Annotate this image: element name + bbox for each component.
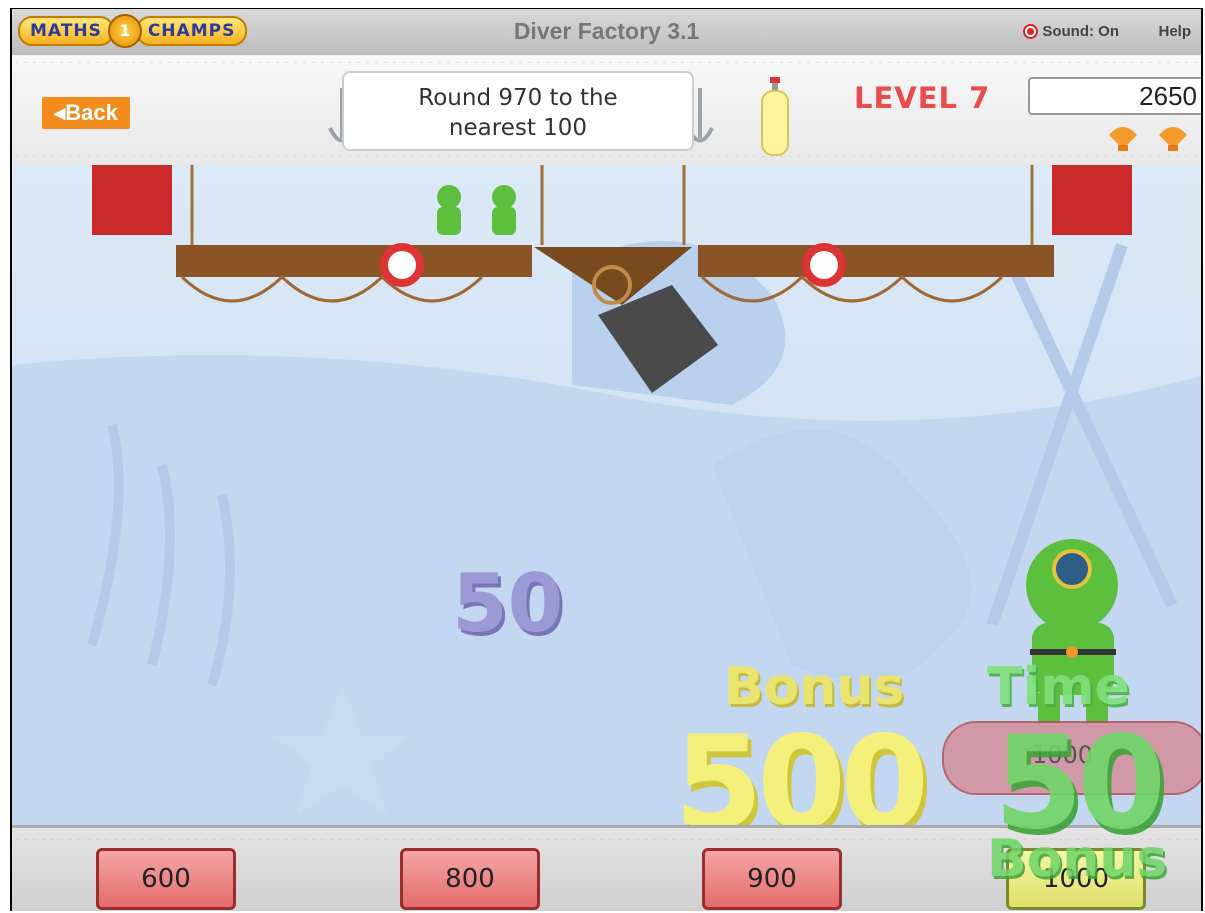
bonus-label: Bonus: [724, 657, 905, 717]
level-indicator: LEVEL 7: [854, 81, 991, 115]
answer-button[interactable]: 900: [702, 848, 842, 910]
time-label: Time: [987, 657, 1130, 717]
time-bonus-label: Bonus: [987, 829, 1168, 889]
answer-button[interactable]: 600: [96, 848, 236, 910]
sound-label: Sound: On: [1042, 23, 1119, 40]
medal-icon: 1: [107, 14, 142, 48]
back-arrow-icon: ◂: [54, 100, 66, 125]
points-popup: 50: [452, 557, 564, 650]
game-window: MATHS 1 CHAMPS Diver Factory 3.1 Sound: …: [10, 8, 1203, 911]
score-display: 2650: [1028, 77, 1201, 115]
question-card: Round 970 to the nearest 100: [342, 71, 694, 151]
top-bar: MATHS 1 CHAMPS Diver Factory 3.1 Sound: …: [12, 9, 1201, 56]
question-line-2: nearest 100: [448, 115, 588, 141]
question-line-1: Round 970 to the: [418, 85, 618, 111]
question-bar: ◂Back Round 970 to the nearest 100 LEVEL…: [12, 55, 1201, 167]
radio-icon: [1023, 24, 1039, 39]
shell-icon: [1159, 127, 1187, 151]
back-button[interactable]: ◂Back: [42, 97, 130, 129]
back-label: Back: [65, 100, 118, 125]
shell-icon: [1109, 127, 1137, 151]
sound-toggle[interactable]: Sound: On: [1023, 23, 1119, 40]
rivet-strip: [12, 61, 1201, 63]
answer-button[interactable]: 800: [400, 848, 540, 910]
air-tank-icon: [761, 77, 789, 156]
help-link[interactable]: Help: [1158, 23, 1191, 40]
